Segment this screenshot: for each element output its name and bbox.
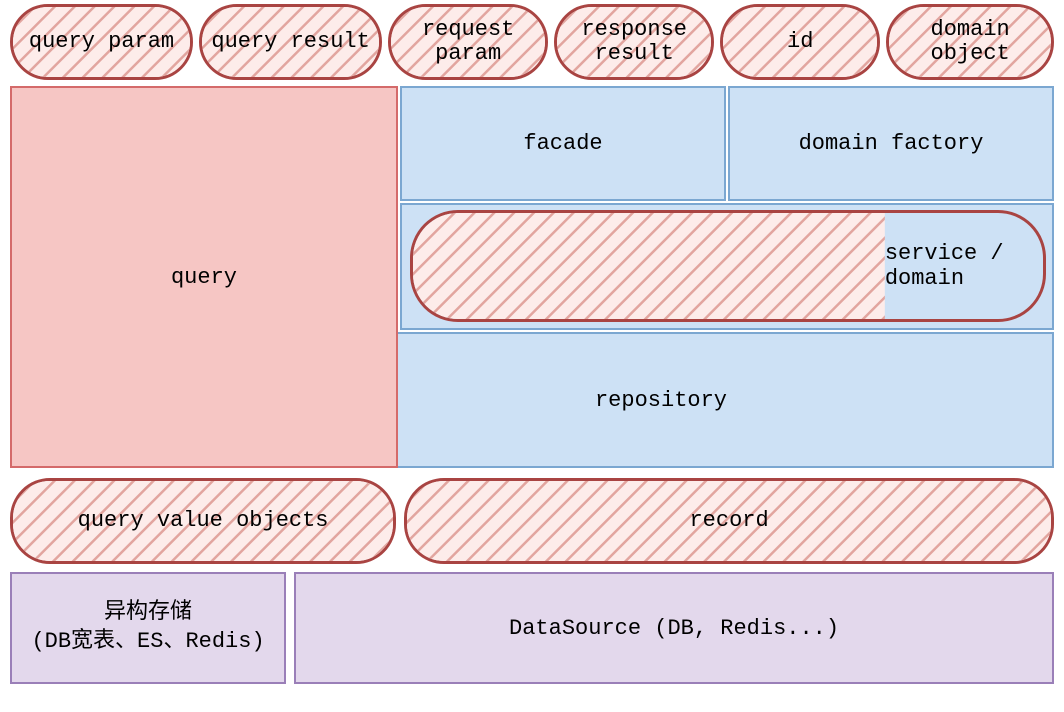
pill-label: id (787, 30, 813, 54)
block-facade: facade (400, 86, 726, 201)
pill-domain-object: domain object (886, 4, 1054, 80)
block-label: repository (595, 388, 727, 413)
pill-label: request param (399, 18, 537, 66)
datasource-row: 异构存储 (DB宽表、ES、Redis) DataSource (DB, Red… (10, 572, 1054, 684)
pill-label: query param (29, 30, 174, 54)
top-pills-row: query param query result request param r… (10, 4, 1054, 80)
pill-label: query value objects (78, 509, 329, 533)
block-label: query (171, 265, 237, 290)
pill-query-value-objects: query value objects (10, 478, 396, 564)
pill-request-param: request param (388, 4, 548, 80)
pill-label: domain object (897, 18, 1043, 66)
block-label: 异构存储 (DB宽表、ES、Redis) (31, 599, 264, 656)
block-hetero-storage: 异构存储 (DB宽表、ES、Redis) (10, 572, 286, 684)
pill-label: query result (211, 30, 369, 54)
block-query: query (10, 86, 398, 468)
pill-id: id (720, 4, 880, 80)
pill-query-param: query param (10, 4, 193, 80)
block-label: service / domain (885, 241, 1043, 291)
pill-label: response result (565, 18, 703, 66)
block-datasource: DataSource (DB, Redis...) (294, 572, 1054, 684)
block-label: DataSource (DB, Redis...) (509, 616, 839, 641)
block-label: domain factory (799, 131, 984, 156)
pill-label: record (689, 509, 768, 533)
main-diagram: repository service / domain facade domai… (10, 86, 1054, 468)
pill-record: record (404, 478, 1054, 564)
pill-response-result: response result (554, 4, 714, 80)
bottom-pills-row: query value objects record (10, 478, 1054, 564)
block-domain-factory: domain factory (728, 86, 1054, 201)
pill-service-domain: service / domain (410, 210, 1046, 322)
block-label: facade (523, 131, 602, 156)
pill-query-result: query result (199, 4, 382, 80)
